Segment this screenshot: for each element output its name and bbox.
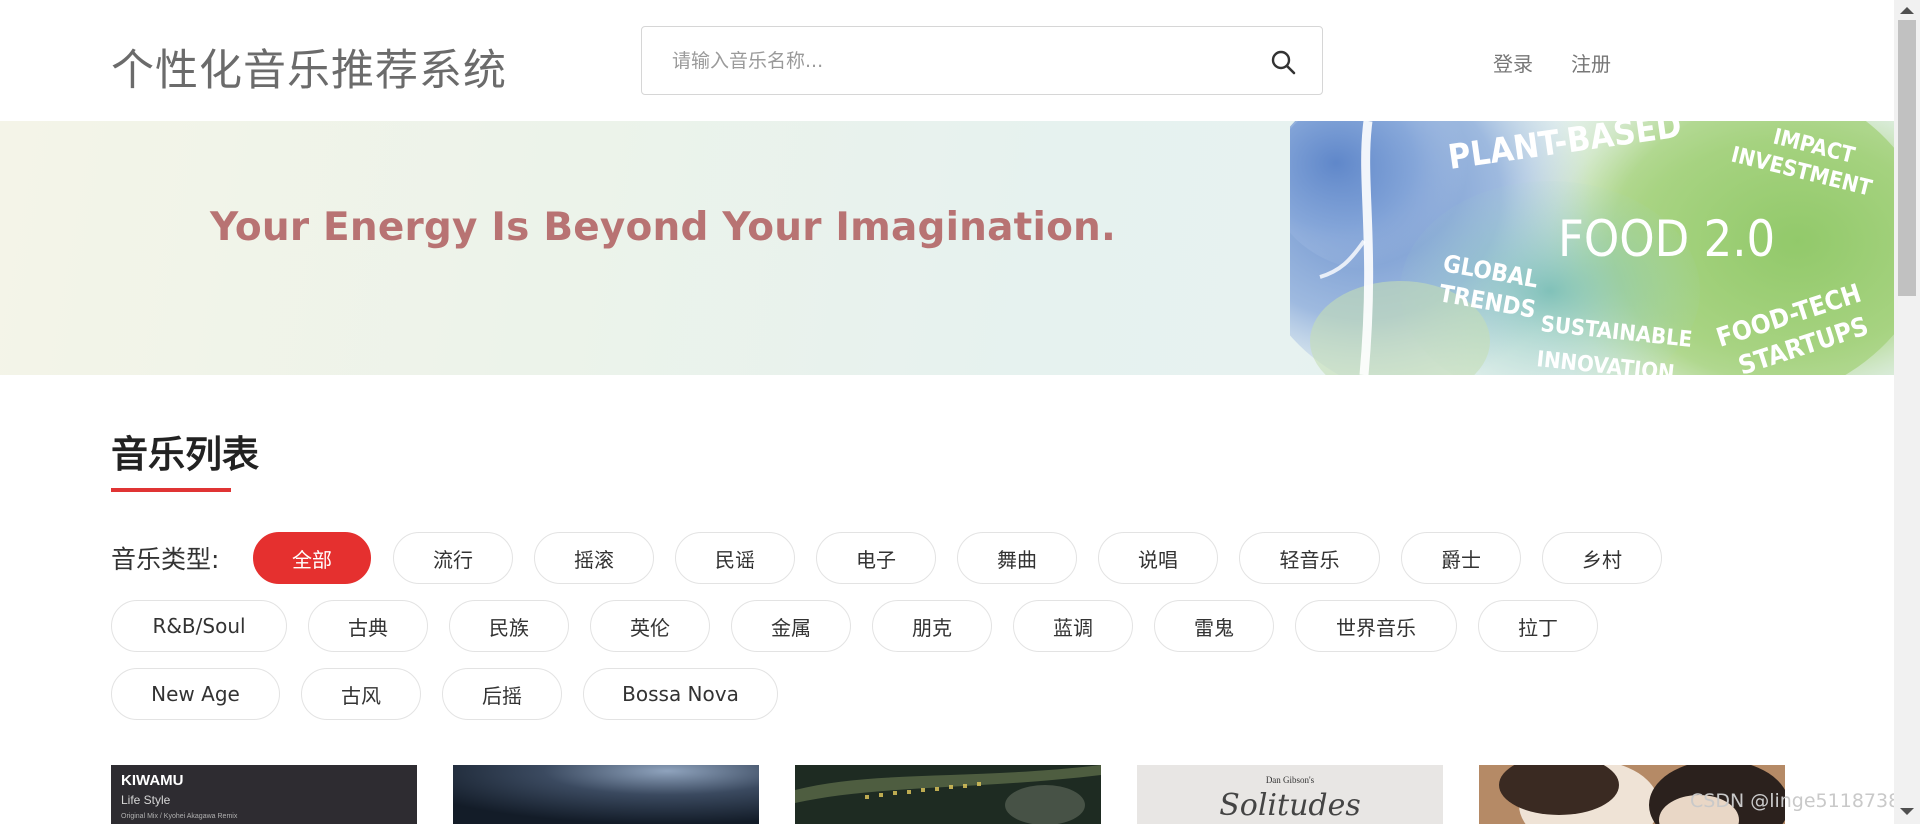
genre-chip[interactable]: 舞曲 [957, 532, 1077, 584]
genre-chip[interactable]: 后摇 [442, 668, 562, 720]
genre-chip[interactable]: 爵士 [1401, 532, 1521, 584]
genre-chip[interactable]: 流行 [393, 532, 513, 584]
scroll-up-arrow-icon[interactable] [1900, 7, 1914, 14]
watermark: CSDN @linge511873822 [1690, 790, 1920, 812]
genre-chip[interactable]: 全部 [253, 532, 371, 584]
search-input[interactable] [672, 27, 1252, 94]
cover-title: Solitudes [1219, 788, 1361, 823]
album-cover: KIWAMU Life Style Original Mix / Kyohei … [111, 765, 417, 824]
genre-chip[interactable]: New Age [111, 668, 280, 720]
scroll-down-arrow-icon[interactable] [1900, 808, 1914, 815]
genre-filter: 全部 流行 摇滚 民谣 电子 舞曲 说唱 轻音乐 爵士 乡村 R&B/Soul … [111, 532, 1671, 722]
section-title: 音乐列表 [111, 433, 259, 476]
genre-chip[interactable]: 英伦 [590, 600, 710, 652]
song-card[interactable]: KIWAMU Life Style Original Mix / Kyohei … [111, 765, 417, 824]
genre-chip[interactable]: 摇滚 [534, 532, 654, 584]
genre-chip[interactable]: Bossa Nova [583, 668, 778, 720]
banner-watercolor-art: PLANT-BASED IMPACT INVESTMENT FOOD 2.0 G… [1290, 121, 1894, 375]
cover-title: KIWAMU [121, 772, 184, 789]
art-word: FOOD 2.0 [1558, 210, 1775, 268]
song-card[interactable]: Dan Gibson's Solitudes [1137, 765, 1443, 824]
genre-chip[interactable]: 拉丁 [1478, 600, 1598, 652]
cover-caption: Original Mix / Kyohei Akagawa Remix [121, 813, 238, 820]
genre-chip[interactable]: 雷鬼 [1154, 600, 1274, 652]
genre-chip[interactable]: 民族 [449, 600, 569, 652]
cover-subtitle: Life Style [121, 793, 171, 807]
search-box [641, 26, 1323, 95]
genre-chip[interactable]: 电子 [816, 532, 936, 584]
search-icon[interactable] [1270, 49, 1296, 75]
genre-chip[interactable]: 轻音乐 [1239, 532, 1380, 584]
album-cover [795, 765, 1101, 824]
song-card[interactable] [795, 765, 1101, 824]
hero-banner: PLANT-BASED IMPACT INVESTMENT FOOD 2.0 G… [0, 121, 1894, 375]
genre-chip[interactable]: 乡村 [1542, 532, 1662, 584]
genre-chip[interactable]: 古风 [301, 668, 421, 720]
genre-chip[interactable]: R&B/Soul [111, 600, 287, 652]
album-cover [453, 765, 759, 824]
album-cover: Dan Gibson's Solitudes [1137, 765, 1443, 824]
genre-chip[interactable]: 蓝调 [1013, 600, 1133, 652]
genre-chip[interactable]: 世界音乐 [1295, 600, 1457, 652]
banner-slogan: Your Energy Is Beyond Your Imagination. [210, 205, 1117, 250]
register-link[interactable]: 注册 [1571, 48, 1611, 77]
cover-subtitle: Dan Gibson's [1266, 775, 1315, 785]
genre-chip[interactable]: 朋克 [872, 600, 992, 652]
site-logo[interactable]: 个性化音乐推荐系统 [111, 36, 507, 98]
scroll-thumb[interactable] [1898, 20, 1916, 296]
site-header: 个性化音乐推荐系统 登录 注册 [0, 0, 1894, 121]
genre-chip[interactable]: 民谣 [675, 532, 795, 584]
title-underline [111, 488, 231, 492]
genre-chip[interactable]: 古典 [308, 600, 428, 652]
page-scrollbar[interactable] [1894, 0, 1920, 824]
login-link[interactable]: 登录 [1493, 48, 1533, 77]
genre-chip[interactable]: 说唱 [1098, 532, 1218, 584]
song-card[interactable] [453, 765, 759, 824]
genre-chip[interactable]: 金属 [731, 600, 851, 652]
